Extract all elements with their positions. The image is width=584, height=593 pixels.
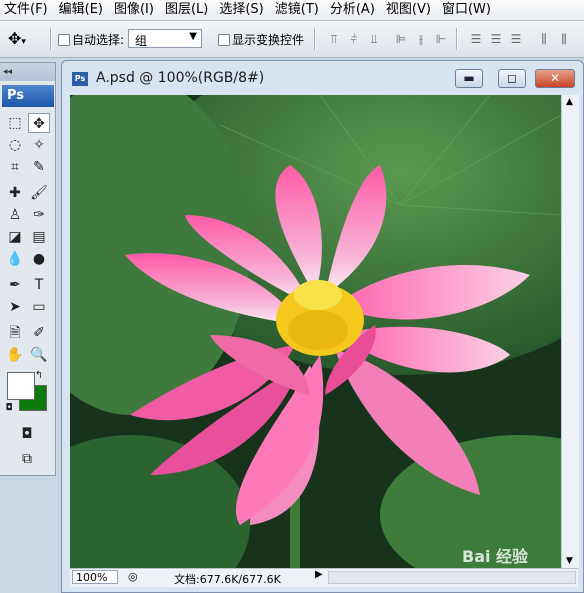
distribute-left-icon[interactable]: ⫼: [536, 31, 552, 47]
auto-select-label: 自动选择:: [72, 33, 125, 47]
menu-window[interactable]: 窗口(W): [438, 0, 498, 20]
menu-select[interactable]: 选择(S): [215, 0, 270, 20]
ps-document-icon: Ps: [72, 72, 88, 86]
healing-brush-icon[interactable]: ✚: [4, 183, 26, 203]
image-canvas[interactable]: Bai 经验: [70, 95, 561, 568]
horizontal-scrollbar[interactable]: [328, 571, 576, 584]
foreground-color-swatch[interactable]: [7, 372, 35, 400]
distribute-bottom-icon[interactable]: ☰: [508, 31, 524, 47]
lotus-photo: [70, 95, 561, 568]
distribute-hcenter-icon[interactable]: ⫼: [556, 31, 572, 47]
path-select-icon[interactable]: ➤: [4, 297, 26, 317]
slice-tool-icon[interactable]: ✎: [28, 157, 50, 177]
auto-select-checkbox[interactable]: [58, 32, 70, 46]
crop-tool-icon[interactable]: ⌗: [4, 157, 26, 177]
screen-mode-icon[interactable]: ⧉: [12, 449, 42, 469]
type-tool-icon[interactable]: T: [28, 275, 50, 295]
magic-wand-icon[interactable]: ✧: [28, 135, 50, 155]
document-window: Ps A.psd @ 100%(RGB/8#) ▬ ◻ ✕ Bai 经验 ▲ ▼…: [61, 60, 584, 593]
align-top-icon[interactable]: ⫪: [326, 31, 342, 47]
move-tool-preset-icon[interactable]: ✥▾: [8, 29, 26, 48]
menu-analysis[interactable]: 分析(A): [326, 0, 382, 20]
status-menu-icon[interactable]: ◎: [128, 570, 138, 583]
notes-tool-icon[interactable]: 🗎: [4, 323, 26, 343]
zoom-tool-icon[interactable]: 🔍: [28, 345, 50, 365]
menu-bar: 文件(F) 编辑(E) 图像(I) 图层(L) 选择(S) 滤镜(T) 分析(A…: [0, 0, 584, 21]
minimize-button[interactable]: ▬: [455, 69, 483, 88]
separator: [314, 28, 316, 50]
close-button[interactable]: ✕: [535, 69, 575, 88]
pen-tool-icon[interactable]: ✒: [4, 275, 26, 295]
quick-mask-icon[interactable]: ◘: [16, 424, 38, 444]
options-bar: ✥▾ 自动选择: 组 ▼ 显示变换控件 ⫪ ⫩ ⫫ ⊫ ⫲ ⊩ ☰ ☰ ☰ ⫼ …: [0, 21, 584, 58]
menu-image[interactable]: 图像(I): [110, 0, 161, 20]
status-bar: 100% ◎ 文档:677.6K/677.6K ▶: [70, 568, 578, 587]
blur-tool-icon[interactable]: 💧: [4, 249, 26, 269]
align-bottom-icon[interactable]: ⫫: [366, 31, 382, 47]
menu-edit[interactable]: 编辑(E): [55, 0, 110, 20]
lasso-tool-icon[interactable]: ◌: [4, 135, 26, 155]
chevron-down-icon: ▼: [189, 31, 197, 42]
panel-grip[interactable]: ◂◂: [0, 63, 55, 81]
shape-tool-icon[interactable]: ▭: [28, 297, 50, 317]
maximize-button[interactable]: ◻: [498, 69, 526, 88]
eraser-tool-icon[interactable]: ◪: [4, 227, 26, 247]
auto-select-dropdown[interactable]: 组 ▼: [128, 29, 202, 48]
menu-layer[interactable]: 图层(L): [161, 0, 215, 20]
separator: [456, 28, 458, 50]
menu-file[interactable]: 文件(F): [0, 0, 55, 20]
document-size: 文档:677.6K/677.6K: [174, 573, 281, 586]
gradient-tool-icon[interactable]: ▤: [28, 227, 50, 247]
align-vcenter-icon[interactable]: ⫩: [346, 31, 362, 47]
vertical-scrollbar[interactable]: ▲ ▼: [561, 95, 579, 568]
document-title: A.psd @ 100%(RGB/8#): [96, 70, 265, 86]
eyedropper-icon[interactable]: ✐: [28, 323, 50, 343]
scroll-up-icon[interactable]: ▲: [566, 97, 573, 107]
document-titlebar[interactable]: Ps A.psd @ 100%(RGB/8#) ▬ ◻ ✕: [62, 61, 583, 95]
ps-logo: Ps: [2, 85, 54, 107]
auto-select-value: 组: [135, 34, 148, 48]
distribute-vcenter-icon[interactable]: ☰: [488, 31, 504, 47]
distribute-top-icon[interactable]: ☰: [468, 31, 484, 47]
brush-tool-icon[interactable]: 🖌: [28, 183, 50, 203]
move-tool-icon[interactable]: ✥: [28, 113, 50, 133]
default-colors-icon[interactable]: ◘: [2, 401, 16, 415]
align-left-icon[interactable]: ⊫: [393, 31, 409, 47]
align-right-icon[interactable]: ⊩: [433, 31, 449, 47]
swap-colors-icon[interactable]: ↰: [32, 369, 46, 383]
marquee-tool-icon[interactable]: ⬚: [4, 113, 26, 133]
baidu-watermark: Bai 经验: [462, 547, 529, 566]
show-transform-checkbox[interactable]: [218, 32, 230, 46]
hand-tool-icon[interactable]: ✋: [4, 345, 26, 365]
show-transform-label: 显示变换控件: [232, 33, 305, 47]
scroll-down-icon[interactable]: ▼: [566, 556, 573, 566]
align-hcenter-icon[interactable]: ⫲: [413, 31, 429, 47]
history-brush-icon[interactable]: ✑: [28, 205, 50, 225]
status-arrow-icon[interactable]: ▶: [315, 569, 323, 580]
menu-filter[interactable]: 滤镜(T): [271, 0, 326, 20]
zoom-field[interactable]: 100%: [72, 570, 118, 584]
separator: [50, 28, 52, 50]
clone-stamp-icon[interactable]: ♙: [4, 205, 26, 225]
dodge-tool-icon[interactable]: ●: [28, 249, 50, 269]
tools-panel: ◂◂ Ps ⬚ ✥ ◌ ✧ ⌗ ✎ ✚ 🖌 ♙ ✑ ◪ ▤ 💧 ● ✒ T ➤ …: [0, 62, 56, 476]
menu-view[interactable]: 视图(V): [382, 0, 438, 20]
